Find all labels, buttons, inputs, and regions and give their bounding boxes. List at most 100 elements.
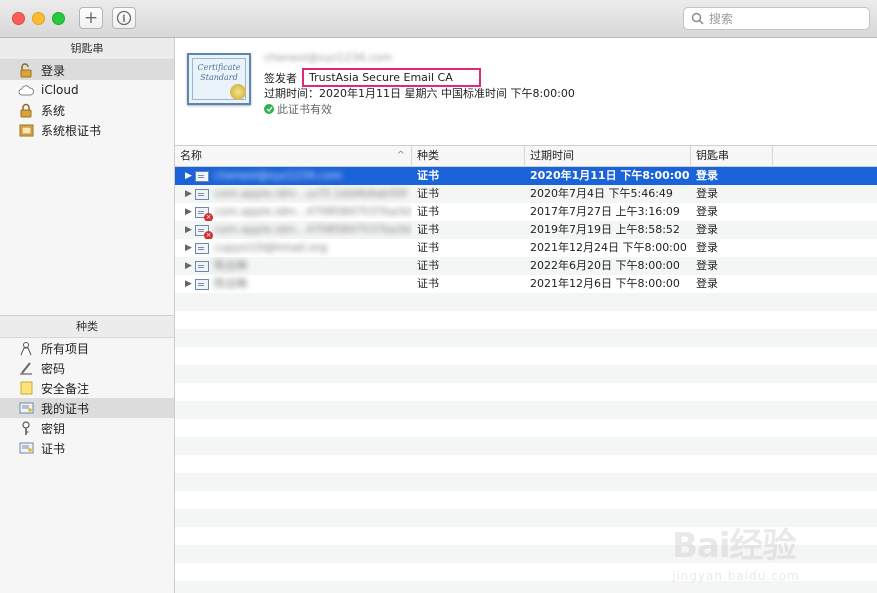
row-expiry: 2022年6月20日 下午8:00:00 <box>530 259 680 272</box>
disclosure-triangle-icon[interactable]: ▶ <box>185 239 195 257</box>
certificate-invalid-icon: × <box>195 224 213 239</box>
row-keychain: 登录 <box>696 241 718 254</box>
lock-icon <box>18 102 34 118</box>
watermark: Bai经验 jingyan.baidu.com <box>672 518 872 588</box>
info-icon: i <box>116 10 132 26</box>
row-kind: 证书 <box>417 241 439 254</box>
row-expiry: 2020年1月11日 下午8:00:00 <box>530 169 690 182</box>
categories-section: 种类 所有项目 密码 安全备注 我的证书 密钥 证书 <box>0 315 174 458</box>
certificate-name: cheneol@xyz1234.com <box>264 51 393 64</box>
column-header-expiry[interactable]: 过期时间 <box>525 146 691 167</box>
row-kind: 证书 <box>417 277 439 290</box>
cabinet-icon <box>18 122 34 138</box>
issuer-label: 签发者 <box>264 71 297 85</box>
column-header-name[interactable]: 名称 ^ <box>175 146 412 167</box>
row-expiry: 2017年7月27日 上午3:16:09 <box>530 205 680 218</box>
row-kind: 证书 <box>417 259 439 272</box>
column-header-kind[interactable]: 种类 <box>412 146 525 167</box>
disclosure-triangle-icon[interactable]: ▶ <box>185 221 195 239</box>
table-row[interactable]: ▶ com.apple.idm...ucf3.1dd4b6ab50f 证书 202… <box>175 185 877 203</box>
certificate-icon <box>195 188 209 200</box>
check-icon <box>264 104 274 114</box>
watermark-brand: Bai经验 <box>672 526 797 566</box>
cloud-icon <box>18 82 34 98</box>
certificate-icon <box>195 260 209 272</box>
sidebar-item-label: 登录 <box>41 63 66 78</box>
title-bar: + i 搜索 <box>0 0 877 38</box>
sidebar-item-label: 我的证书 <box>41 401 90 416</box>
row-name: com.apple.idm...47085847537ba3d <box>214 223 411 236</box>
sidebar-item-label: 所有项目 <box>41 341 90 356</box>
note-icon <box>18 380 34 396</box>
expiry-line: 过期时间：2020年1月11日 星期六 中国标准时间 下午8:00:00 <box>264 87 575 100</box>
sidebar-item-label: 安全备注 <box>41 381 90 396</box>
sidebar-item-label: 密码 <box>41 361 66 376</box>
row-keychain: 登录 <box>696 223 718 236</box>
certificate-icon <box>195 278 209 290</box>
sidebar-item-keys[interactable]: 密钥 <box>0 418 174 438</box>
error-badge-icon: × <box>204 212 213 221</box>
table-row[interactable]: ▶ cheneol@xyz1234.com 证书 2020年1月11日 下午8:0… <box>175 167 877 185</box>
sidebar-item-my-certificates[interactable]: 我的证书 <box>0 398 174 418</box>
plus-icon: + <box>83 7 99 28</box>
cert-icon <box>18 440 34 456</box>
row-keychain: 登录 <box>696 187 718 200</box>
lock-open-icon <box>18 62 34 78</box>
error-badge-icon: × <box>204 230 213 239</box>
disclosure-triangle-icon[interactable]: ▶ <box>185 167 195 185</box>
row-keychain: 登录 <box>696 277 718 290</box>
row-keychain: 登录 <box>696 259 718 272</box>
table-row[interactable]: ▶ × com.apple.idm...47085847537ba3d 证书 201… <box>175 221 877 239</box>
disclosure-triangle-icon[interactable]: ▶ <box>185 203 195 221</box>
table-header: 名称 ^ 种类 过期时间 钥匙串 <box>175 146 877 167</box>
my-cert-icon <box>18 400 34 416</box>
row-name: cheneol@xyz1234.com <box>214 169 343 182</box>
sidebar-item-icloud[interactable]: iCloud <box>0 80 174 100</box>
close-window-button[interactable] <box>12 12 25 25</box>
sidebar-item-label: 证书 <box>41 441 66 456</box>
seal-icon <box>230 84 246 100</box>
disclosure-triangle-icon[interactable]: ▶ <box>185 185 195 203</box>
table-row[interactable]: ▶ × com.apple.idm...47085847537ba3d 证书 201… <box>175 203 877 221</box>
table-row[interactable]: ▶ 陈远琳 证书 2022年6月20日 下午8:00:00 登录 <box>175 257 877 275</box>
search-placeholder: 搜索 <box>709 12 734 26</box>
row-name: com.apple.idm...47085847537ba3d <box>214 205 411 218</box>
row-expiry: 2020年7月4日 下午5:46:49 <box>530 187 673 200</box>
table-row[interactable]: ▶ cupyxi10@hmail.org 证书 2021年12月24日 下午8:0… <box>175 239 877 257</box>
search-field[interactable]: 搜索 <box>683 7 870 30</box>
sidebar-item-system-roots[interactable]: 系统根证书 <box>0 120 174 140</box>
categories-header: 种类 <box>0 316 174 338</box>
sidebar-item-certificates[interactable]: 证书 <box>0 438 174 458</box>
minimize-window-button[interactable] <box>32 12 45 25</box>
row-kind: 证书 <box>417 205 439 218</box>
table-row[interactable]: ▶ 陈远琳 证书 2021年12月6日 下午8:00:00 登录 <box>175 275 877 293</box>
row-keychain: 登录 <box>696 205 718 218</box>
sidebar-item-all-items[interactable]: 所有项目 <box>0 338 174 358</box>
sidebar-item-passwords[interactable]: 密码 <box>0 358 174 378</box>
sidebar-item-secure-notes[interactable]: 安全备注 <box>0 378 174 398</box>
row-expiry: 2021年12月6日 下午8:00:00 <box>530 277 680 290</box>
certificate-invalid-icon: × <box>195 206 213 221</box>
row-name: cupyxi10@hmail.org <box>214 241 328 254</box>
certificate-icon <box>195 170 209 182</box>
certificate-detail: Certificate Standard cheneol@xyz1234.com… <box>175 38 877 146</box>
disclosure-triangle-icon[interactable]: ▶ <box>185 257 195 275</box>
column-header-keychain[interactable]: 钥匙串 <box>691 146 773 167</box>
sidebar-item-label: 密钥 <box>41 421 66 436</box>
row-name: 陈远琳 <box>214 277 247 290</box>
get-info-button[interactable]: i <box>112 7 136 29</box>
watermark-site: jingyan.baidu.com <box>672 569 800 583</box>
add-item-button[interactable]: + <box>79 7 103 29</box>
pen-icon <box>18 360 34 376</box>
search-icon <box>691 12 704 25</box>
key-icon <box>18 420 34 436</box>
disclosure-triangle-icon[interactable]: ▶ <box>185 275 195 293</box>
sort-ascending-icon: ^ <box>396 150 405 161</box>
sidebar: 钥匙串 登录 iCloud 系统 系统根证书 种类 所有项目 密码 安全备注 我… <box>0 38 175 593</box>
sidebar-item-login[interactable]: 登录 <box>0 60 174 80</box>
row-kind: 证书 <box>417 169 439 182</box>
zoom-window-button[interactable] <box>52 12 65 25</box>
sidebar-item-system[interactable]: 系统 <box>0 100 174 120</box>
row-kind: 证书 <box>417 187 439 200</box>
validity-status: 此证书有效 <box>264 101 332 117</box>
